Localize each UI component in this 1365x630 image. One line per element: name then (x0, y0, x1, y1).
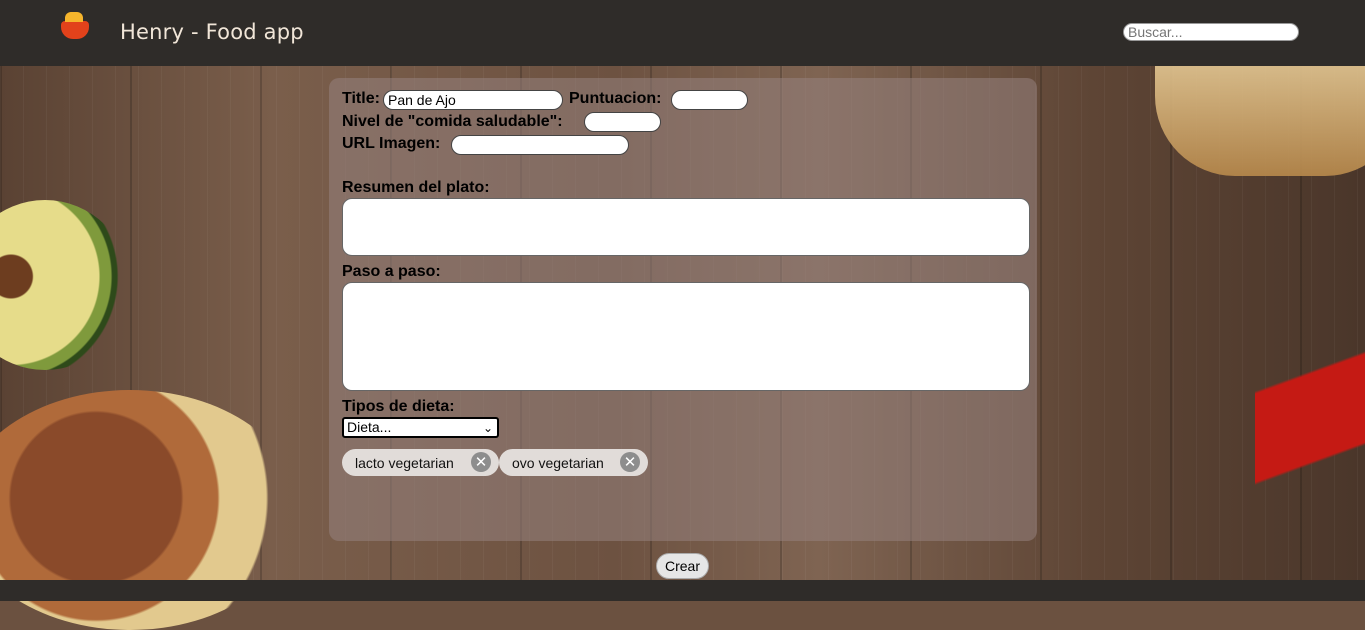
puntuacion-label: Puntuacion: (569, 90, 662, 107)
resumen-textarea[interactable] (342, 198, 1030, 256)
diet-chip: ovo vegetarian ✕ (499, 449, 648, 476)
diet-chip-label: ovo vegetarian (512, 454, 604, 471)
nivel-saludable-label: Nivel de "comida saludable": (342, 113, 563, 130)
puntuacion-input[interactable] (671, 90, 748, 110)
food-bowl-icon[interactable] (59, 12, 91, 44)
chevron-down-icon: ⌄ (482, 421, 493, 435)
close-circle-icon[interactable]: ✕ (471, 452, 491, 472)
dieta-select[interactable]: Dieta... ⌄ (342, 417, 499, 438)
paso-a-paso-label: Paso a paso: (342, 263, 441, 280)
close-circle-icon[interactable]: ✕ (620, 452, 640, 472)
top-navbar: Henry - Food app (0, 0, 1365, 66)
url-imagen-label: URL Imagen: (342, 135, 441, 152)
taco-decoration-right (1155, 66, 1365, 176)
diet-chip: lacto vegetarian ✕ (342, 449, 499, 476)
tipos-dieta-label: Tipos de dieta: (342, 398, 455, 415)
app-title[interactable]: Henry - Food app (120, 20, 304, 44)
crear-button[interactable]: Crear (656, 553, 709, 579)
footer-bar (0, 580, 1365, 601)
nivel-saludable-input[interactable] (584, 112, 661, 132)
title-label: Title: (342, 90, 380, 107)
title-input[interactable] (383, 90, 563, 110)
search-input[interactable] (1123, 23, 1299, 41)
chili-pepper-decoration (1255, 300, 1365, 560)
dieta-select-value: Dieta... (347, 419, 392, 435)
paso-a-paso-textarea[interactable] (342, 282, 1030, 391)
diet-chip-label: lacto vegetarian (355, 454, 454, 471)
url-imagen-input[interactable] (451, 135, 629, 155)
resumen-label: Resumen del plato: (342, 179, 490, 196)
